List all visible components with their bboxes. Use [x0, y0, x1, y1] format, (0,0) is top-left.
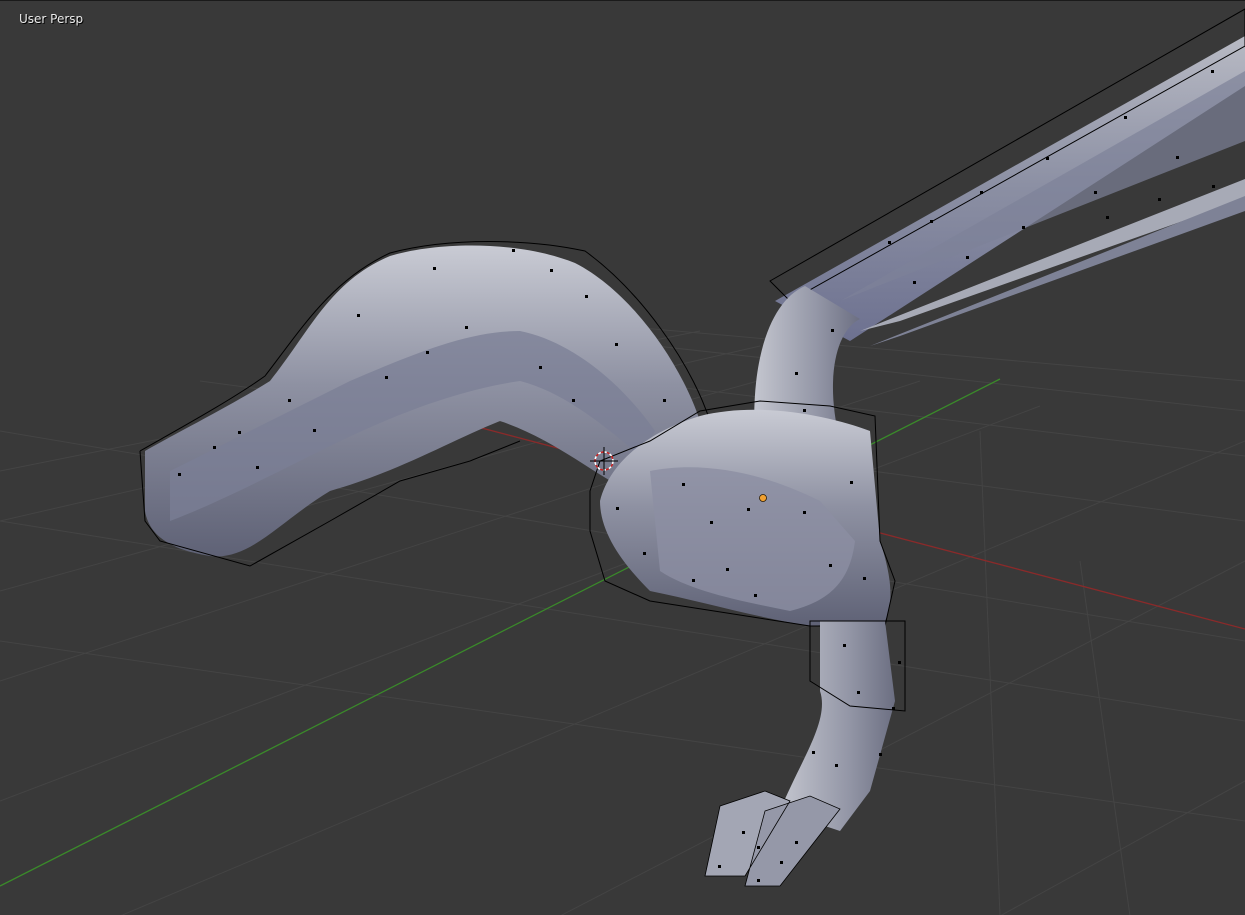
- object-origin-icon[interactable]: [759, 494, 767, 502]
- toes: [704, 790, 841, 887]
- 3d-viewport[interactable]: User Persp: [0, 0, 1245, 915]
- scene-canvas[interactable]: [0, 1, 1245, 915]
